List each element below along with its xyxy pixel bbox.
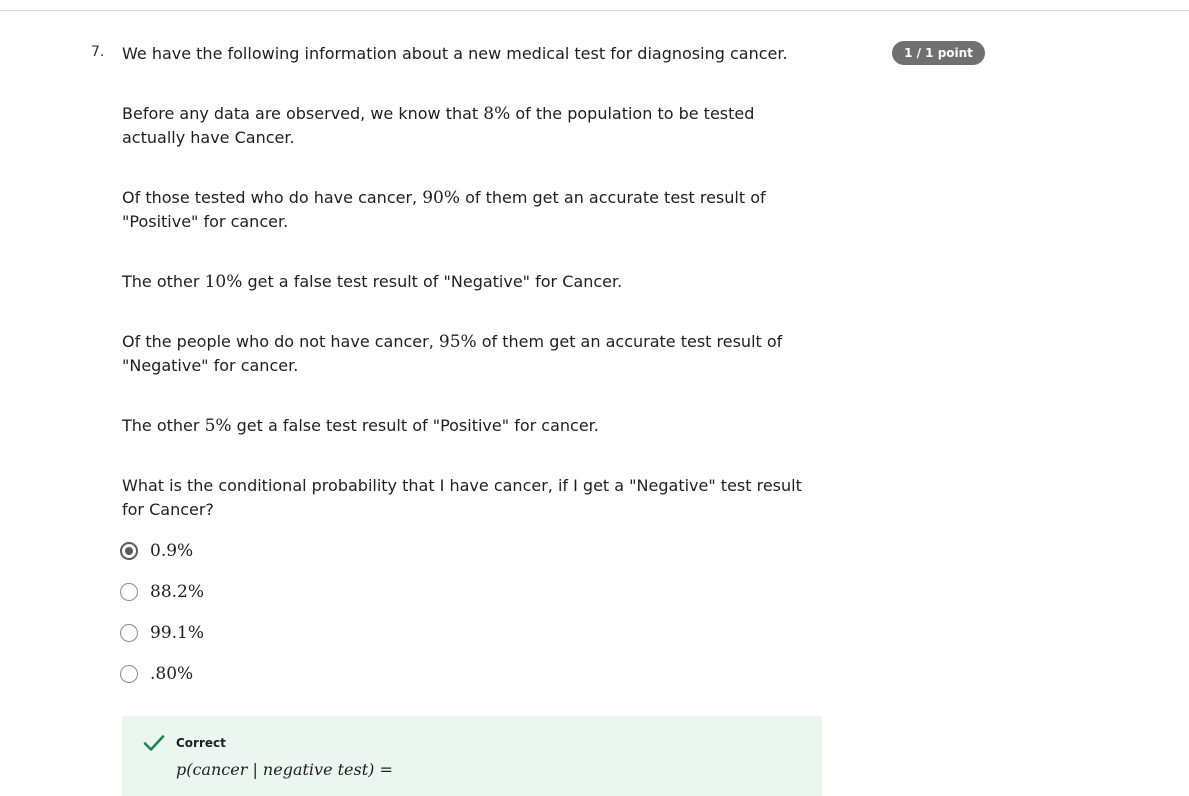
answer-options: 0.9% 88.2% 99.1% .80% (120, 538, 204, 702)
top-divider (0, 10, 1189, 11)
option-label: 0.9% (150, 541, 194, 561)
answer-option-3[interactable]: 99.1% (120, 620, 204, 646)
radio-button[interactable] (120, 624, 138, 642)
question-paragraph-specificity: Of the people who do not have cancer, 95… (122, 332, 783, 375)
question-paragraph-false-positive: The other 5% get a false test result of … (122, 416, 599, 436)
radio-button[interactable] (120, 665, 138, 683)
math-value: 5% (204, 416, 232, 436)
question-prompt: What is the conditional probability that… (122, 476, 802, 519)
points-badge: 1 / 1 point (892, 41, 985, 65)
radio-button-selected[interactable] (120, 542, 138, 560)
feedback-panel: Correct p(cancer | negative test) = (122, 716, 822, 796)
answer-option-1[interactable]: 0.9% (120, 538, 204, 564)
radio-button[interactable] (120, 583, 138, 601)
question-paragraph-prior: Before any data are observed, we know th… (122, 104, 755, 147)
option-label: .80% (150, 664, 194, 684)
feedback-formula: p(cancer | negative test) = (176, 760, 393, 779)
math-value: 8% (483, 104, 511, 124)
question-intro: We have the following information about … (122, 44, 788, 63)
math-value: 10% (204, 272, 243, 292)
answer-option-4[interactable]: .80% (120, 661, 204, 687)
feedback-status: Correct (176, 736, 226, 750)
option-label: 99.1% (150, 623, 205, 643)
question-body: We have the following information about … (122, 42, 822, 522)
math-value: 95% (438, 332, 477, 352)
question-paragraph-sensitivity: Of those tested who do have cancer, 90% … (122, 188, 766, 231)
option-label: 88.2% (150, 582, 205, 602)
checkmark-icon (143, 734, 165, 756)
question-number: 7. (91, 44, 105, 60)
answer-option-2[interactable]: 88.2% (120, 579, 204, 605)
math-value: 90% (422, 188, 460, 208)
question-paragraph-false-negative: The other 10% get a false test result of… (122, 272, 623, 292)
